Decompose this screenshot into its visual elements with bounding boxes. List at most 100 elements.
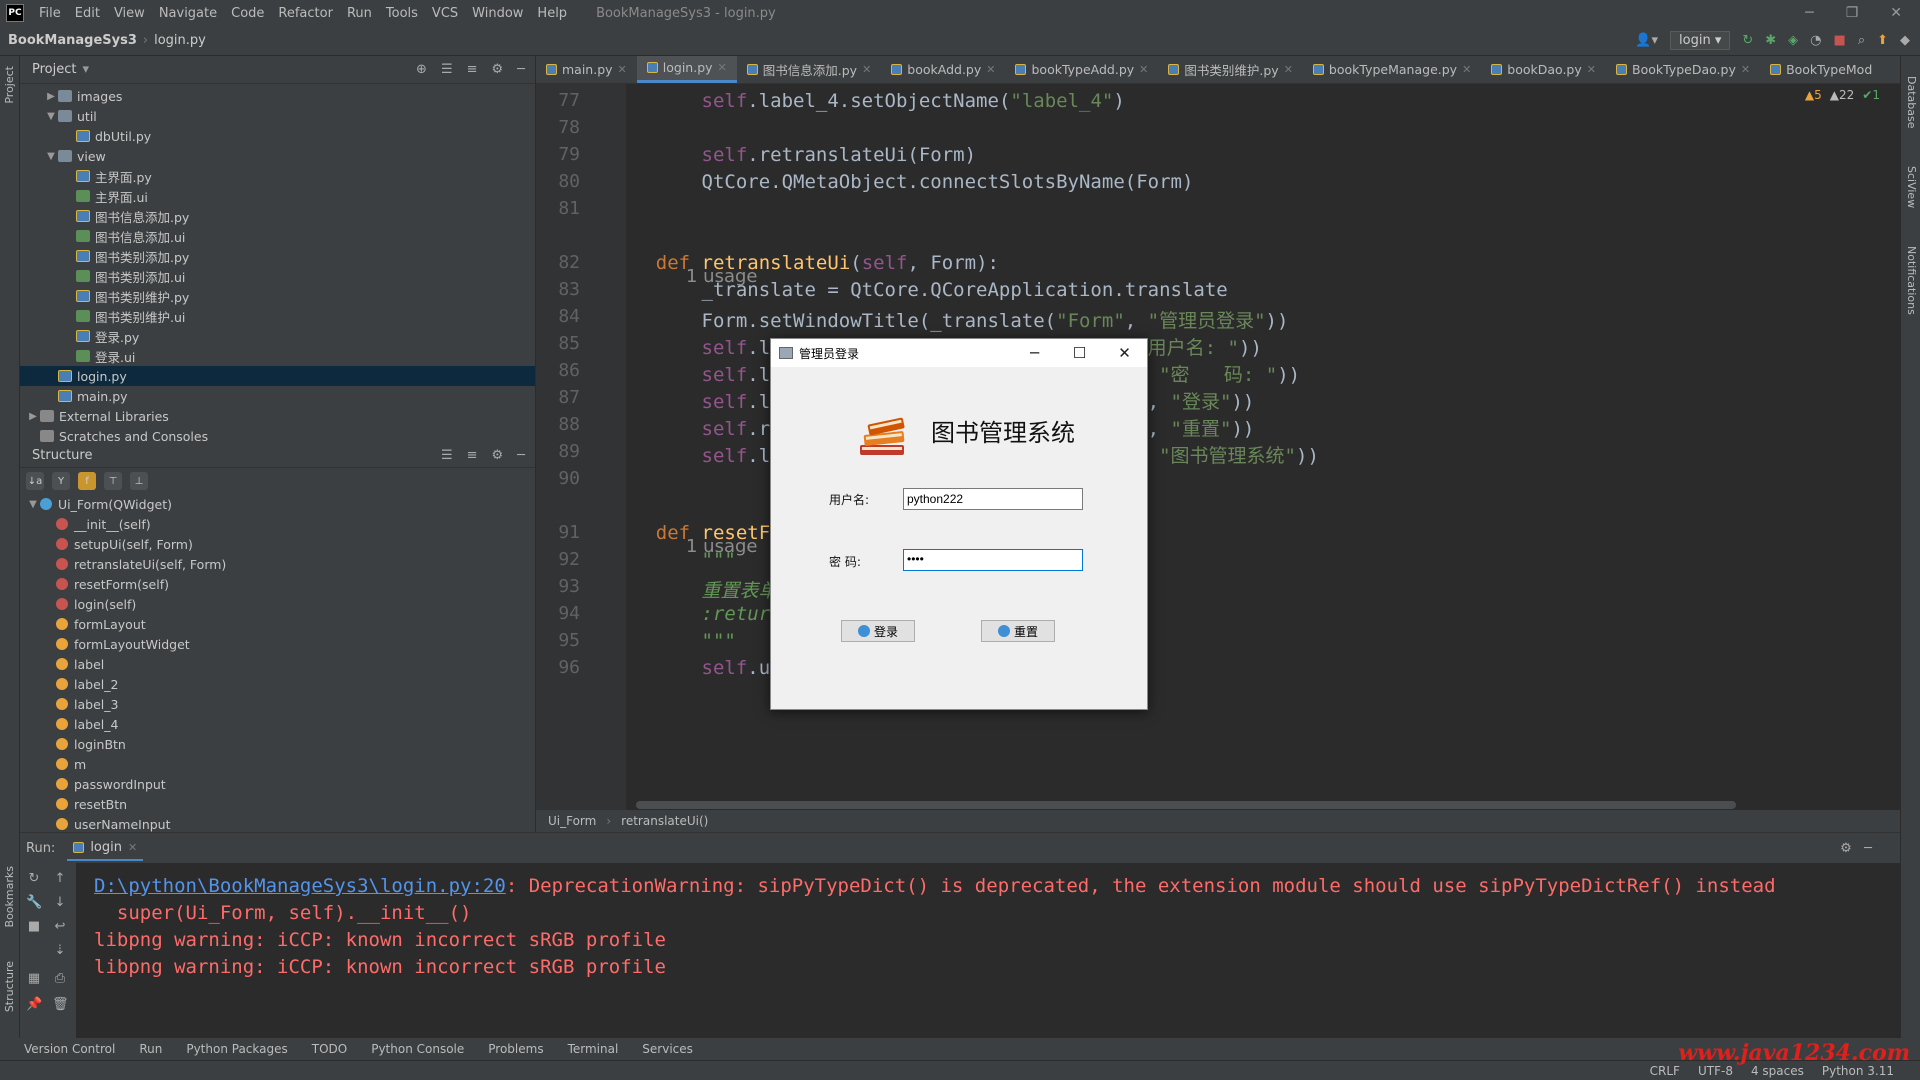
- menu-window[interactable]: Window: [465, 6, 530, 21]
- menu-navigate[interactable]: Navigate: [152, 6, 224, 21]
- tool-problems[interactable]: Problems: [488, 1042, 543, 1056]
- structure-item[interactable]: formLayout: [20, 614, 535, 634]
- coverage-icon[interactable]: ◈: [1788, 33, 1798, 48]
- editor-tab[interactable]: bookAdd.py ✕: [881, 56, 1005, 83]
- structure-item[interactable]: label_2: [20, 674, 535, 694]
- tree-item[interactable]: 图书信息添加.py: [20, 206, 535, 226]
- debug-icon[interactable]: ✱: [1765, 33, 1776, 48]
- stop-icon[interactable]: ■: [1834, 33, 1846, 48]
- breadcrumb-method[interactable]: retranslateUi(): [621, 814, 708, 828]
- warning-count[interactable]: ▲5: [1805, 88, 1822, 102]
- console-link[interactable]: D:\python\BookManageSys3\login.py:20: [94, 875, 506, 897]
- layout-icon[interactable]: ▦: [26, 971, 42, 987]
- menu-code[interactable]: Code: [224, 6, 271, 21]
- run-tab-login[interactable]: login ✕: [67, 836, 144, 861]
- breadcrumb-file[interactable]: login.py: [154, 33, 206, 48]
- expand-all-icon[interactable]: ☰: [441, 62, 453, 77]
- run-settings-icon[interactable]: ⚙ ─: [1840, 841, 1900, 856]
- expand-all-icon[interactable]: ☰: [441, 448, 453, 463]
- tree-item[interactable]: 主界面.py: [20, 166, 535, 186]
- menu-help[interactable]: Help: [530, 6, 574, 21]
- editor-tab[interactable]: bookDao.py ✕: [1481, 56, 1606, 83]
- pin-icon[interactable]: 📌: [26, 997, 42, 1013]
- breadcrumb-project[interactable]: BookManageSys3: [8, 33, 137, 48]
- update-icon[interactable]: ⬆: [1877, 33, 1888, 48]
- structure-item[interactable]: label_4: [20, 714, 535, 734]
- tree-item[interactable]: 主界面.ui: [20, 186, 535, 206]
- code-line[interactable]: Form.setWindowTitle(_translate("Form", "…: [610, 306, 1289, 333]
- tool-terminal[interactable]: Terminal: [568, 1042, 619, 1056]
- soft-wrap-icon[interactable]: ↩: [52, 919, 68, 935]
- structure-item[interactable]: resetBtn: [20, 794, 535, 814]
- structure-item[interactable]: __init__(self): [20, 514, 535, 534]
- tree-item[interactable]: 登录.py: [20, 326, 535, 346]
- bookmarks-tool-tab[interactable]: Bookmarks: [3, 866, 16, 927]
- editor-tab[interactable]: bookTypeAdd.py ✕: [1005, 56, 1158, 83]
- close-tab-icon[interactable]: ✕: [1741, 63, 1750, 76]
- status-item[interactable]: CRLF: [1650, 1064, 1680, 1078]
- dialog-maximize-icon[interactable]: ☐: [1057, 344, 1102, 362]
- structure-item[interactable]: userNameInput: [20, 814, 535, 832]
- tool-version-control[interactable]: Version Control: [24, 1042, 115, 1056]
- tree-item[interactable]: ▼ util: [20, 106, 535, 126]
- show-fields-icon[interactable]: f: [78, 472, 96, 490]
- dialog-minimize-icon[interactable]: ─: [1012, 344, 1057, 362]
- wrench-icon[interactable]: 🔧: [26, 895, 42, 911]
- tree-item[interactable]: dbUtil.py: [20, 126, 535, 146]
- close-tab-icon[interactable]: ✕: [1139, 63, 1148, 76]
- weak-warning-count[interactable]: ▲22: [1830, 88, 1855, 102]
- tree-item[interactable]: ▼ view: [20, 146, 535, 166]
- menu-view[interactable]: View: [107, 6, 152, 21]
- code-line[interactable]: :return:: [610, 603, 794, 625]
- rerun-icon[interactable]: ↻: [26, 871, 42, 887]
- structure-item[interactable]: passwordInput: [20, 774, 535, 794]
- tree-arrow-icon[interactable]: ▶: [44, 91, 58, 102]
- profile-icon[interactable]: ◔: [1810, 33, 1821, 48]
- project-panel-title[interactable]: Project: [32, 62, 76, 77]
- structure-item[interactable]: setupUi(self, Form): [20, 534, 535, 554]
- login-button[interactable]: 登录: [841, 620, 915, 642]
- tool-python-packages[interactable]: Python Packages: [186, 1042, 287, 1056]
- code-line[interactable]: 重置表单: [610, 576, 778, 603]
- expand-arrow-icon[interactable]: ▼: [26, 499, 40, 510]
- tree-item[interactable]: login.py: [20, 366, 535, 386]
- tree-item[interactable]: 图书信息添加.ui: [20, 226, 535, 246]
- structure-item[interactable]: label_3: [20, 694, 535, 714]
- dialog-close-icon[interactable]: ✕: [1102, 344, 1147, 362]
- tree-item[interactable]: ▶ images: [20, 86, 535, 106]
- account-icon[interactable]: 👤▾: [1635, 33, 1658, 48]
- editor-tab[interactable]: login.py ✕: [636, 56, 737, 83]
- tree-item[interactable]: 图书类别添加.ui: [20, 266, 535, 286]
- ok-count[interactable]: ✔1: [1862, 88, 1880, 102]
- structure-item[interactable]: m: [20, 754, 535, 774]
- run-configuration-select[interactable]: login ▾: [1670, 31, 1731, 50]
- tree-item[interactable]: 图书类别维护.py: [20, 286, 535, 306]
- structure-item[interactable]: ▼ Ui_Form(QWidget): [20, 494, 535, 514]
- menu-refactor[interactable]: Refactor: [271, 6, 340, 21]
- tool-run[interactable]: Run: [139, 1042, 162, 1056]
- structure-item[interactable]: formLayoutWidget: [20, 634, 535, 654]
- code-line[interactable]: self.retranslateUi(Form): [610, 144, 977, 166]
- usage-hint[interactable]: 1 usage: [686, 266, 758, 287]
- close-tab-icon[interactable]: ✕: [1284, 63, 1293, 76]
- run-icon[interactable]: ↻: [1742, 33, 1753, 48]
- hide-icon[interactable]: ─: [517, 448, 525, 463]
- password-input[interactable]: ••••: [903, 549, 1083, 571]
- structure-tool-tab[interactable]: Structure: [3, 961, 16, 1012]
- stop-icon[interactable]: ■: [26, 919, 42, 935]
- restore-icon[interactable]: ❐: [1846, 5, 1859, 21]
- code-line[interactable]: def retranslateUi(self, Form):: [610, 252, 999, 274]
- close-tab-icon[interactable]: ✕: [986, 63, 995, 76]
- menu-edit[interactable]: Edit: [68, 6, 107, 21]
- username-input[interactable]: [903, 488, 1083, 510]
- search-icon[interactable]: ⌕: [1858, 33, 1865, 48]
- close-tab-icon[interactable]: ✕: [862, 63, 871, 76]
- project-tool-tab[interactable]: Project: [3, 66, 16, 104]
- show-inherited-icon[interactable]: ⊤: [104, 472, 122, 490]
- tree-arrow-icon[interactable]: ▼: [44, 111, 58, 122]
- structure-item[interactable]: label: [20, 654, 535, 674]
- structure-item[interactable]: resetForm(self): [20, 574, 535, 594]
- breadcrumb-class[interactable]: Ui_Form: [548, 814, 596, 828]
- down-icon[interactable]: ↓: [52, 895, 68, 911]
- close-tab-icon[interactable]: ✕: [1462, 63, 1471, 76]
